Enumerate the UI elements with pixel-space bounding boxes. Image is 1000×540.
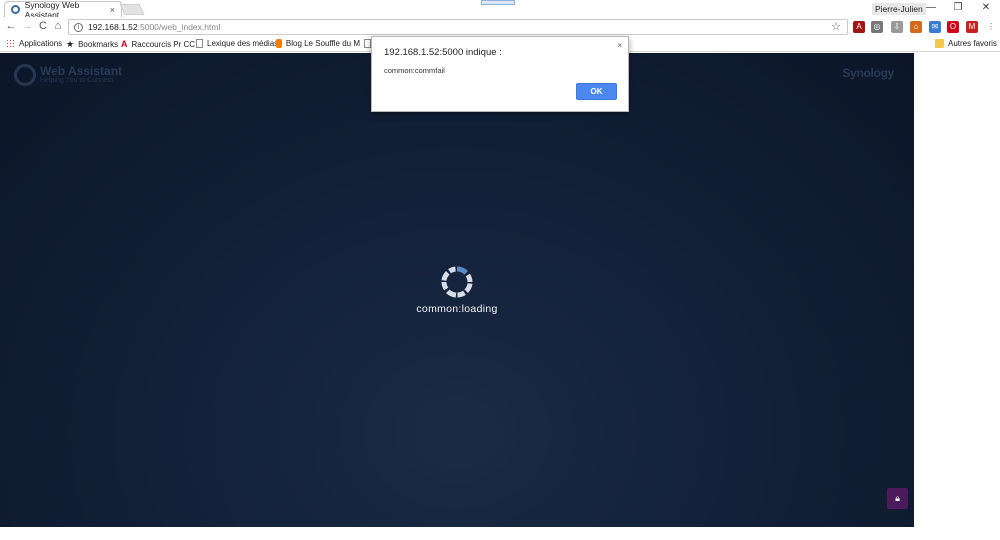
download-icon[interactable]: ⇩ bbox=[891, 21, 903, 33]
apps-grid-icon bbox=[6, 39, 15, 48]
profile-button[interactable]: Pierre-Julien bbox=[872, 3, 926, 15]
web-assistant-logo: Web Assistant Helping You to Connect bbox=[14, 64, 122, 86]
address-bar[interactable]: i 192.168.1.52 :5000/web_index.html ☆ bbox=[68, 19, 848, 35]
url-host: 192.168.1.52 bbox=[88, 22, 138, 32]
forward-button[interactable]: → bbox=[21, 20, 33, 32]
bookmark-applications[interactable]: Applications bbox=[6, 39, 62, 48]
bookmark-label: Applications bbox=[19, 39, 63, 48]
ok-button[interactable]: OK bbox=[576, 83, 617, 100]
tab-strip: Synology Web Assistant × Pierre-Julien —… bbox=[0, 0, 1000, 20]
chrome-icon[interactable]: ◎ bbox=[871, 21, 883, 33]
opera-icon[interactable]: O bbox=[947, 21, 959, 33]
folder-icon bbox=[935, 39, 944, 48]
tab-close-icon[interactable]: × bbox=[110, 5, 115, 15]
dialog-close-icon[interactable]: × bbox=[617, 41, 622, 50]
synology-brand-logo: Synology bbox=[842, 66, 894, 80]
dialog-title: 192.168.1.52:5000 indique : bbox=[384, 47, 502, 58]
browser-window: Synology Web Assistant × Pierre-Julien —… bbox=[0, 0, 1000, 540]
home-ext-icon[interactable]: ⌂ bbox=[910, 21, 922, 33]
new-tab-button[interactable] bbox=[119, 4, 145, 15]
app-subtitle: Helping You to Connect bbox=[40, 77, 114, 84]
page-icon bbox=[196, 39, 203, 48]
bookmark-lexique[interactable]: Lexique des médias bbox=[196, 39, 278, 48]
minimize-button[interactable]: — bbox=[921, 2, 941, 13]
app-title: Web Assistant bbox=[40, 64, 123, 78]
other-bookmarks-folder[interactable]: Autres favoris bbox=[935, 39, 997, 48]
synology-favicon-icon bbox=[11, 5, 20, 14]
loading-text: common:loading bbox=[416, 303, 498, 315]
bookmark-label: Lexique des médias bbox=[207, 39, 279, 48]
web-assistant-page: Web Assistant Helping You to Connect Syn… bbox=[0, 53, 914, 527]
blogger-icon bbox=[276, 39, 282, 48]
star-icon: ★ bbox=[66, 39, 75, 49]
loading-spinner-icon bbox=[441, 266, 473, 298]
reload-button[interactable]: C bbox=[37, 20, 49, 32]
menu-icon[interactable]: ⋮ bbox=[985, 21, 997, 33]
bookmark-label: Bookmarks bbox=[78, 40, 119, 49]
adobe-icon: A bbox=[121, 39, 128, 49]
restore-button[interactable]: ❐ bbox=[948, 2, 968, 13]
bookmark-blog[interactable]: Blog Le Souffle du M bbox=[276, 39, 360, 48]
bookmark-bookmarks[interactable]: ★ Bookmarks bbox=[66, 39, 118, 50]
page-icon bbox=[364, 39, 371, 48]
back-button[interactable]: ← bbox=[5, 20, 17, 32]
pdf-icon[interactable]: A bbox=[853, 21, 865, 33]
window-close-button[interactable]: ✕ bbox=[976, 2, 996, 13]
url-path: :5000/web_index.html bbox=[137, 22, 221, 32]
home-button[interactable]: ⌂ bbox=[52, 20, 64, 32]
page-bottom-margin bbox=[0, 527, 1000, 540]
browser-toolbar: ← → C ⌂ i 192.168.1.52 :5000/web_index.h… bbox=[0, 17, 1000, 37]
bookmark-label: Raccourcis Pr CC bbox=[131, 39, 196, 49]
other-bookmarks-label: Autres favoris bbox=[948, 39, 997, 48]
bookmark-raccourcis[interactable]: A Raccourcis Pr CC bbox=[121, 39, 195, 49]
lock-button[interactable]: 🔒︎ bbox=[887, 488, 908, 509]
site-info-icon[interactable]: i bbox=[74, 22, 83, 32]
extension-badge-icon[interactable]: ✉ bbox=[929, 21, 941, 33]
web-assistant-logo-icon bbox=[14, 64, 36, 86]
lock-icon: 🔒︎ bbox=[895, 493, 900, 503]
gmail-icon[interactable]: M bbox=[966, 21, 978, 33]
alert-dialog: 192.168.1.52:5000 indique : × common:com… bbox=[371, 36, 629, 112]
bookmark-label: Blog Le Souffle du M bbox=[285, 39, 360, 48]
tab-synology-web-assistant[interactable]: Synology Web Assistant × bbox=[4, 0, 122, 20]
dialog-message: common:commfail bbox=[384, 66, 445, 75]
bookmark-star-icon[interactable]: ☆ bbox=[831, 20, 841, 33]
window-drag-handle[interactable] bbox=[481, 0, 515, 5]
page-right-margin bbox=[914, 53, 1000, 527]
